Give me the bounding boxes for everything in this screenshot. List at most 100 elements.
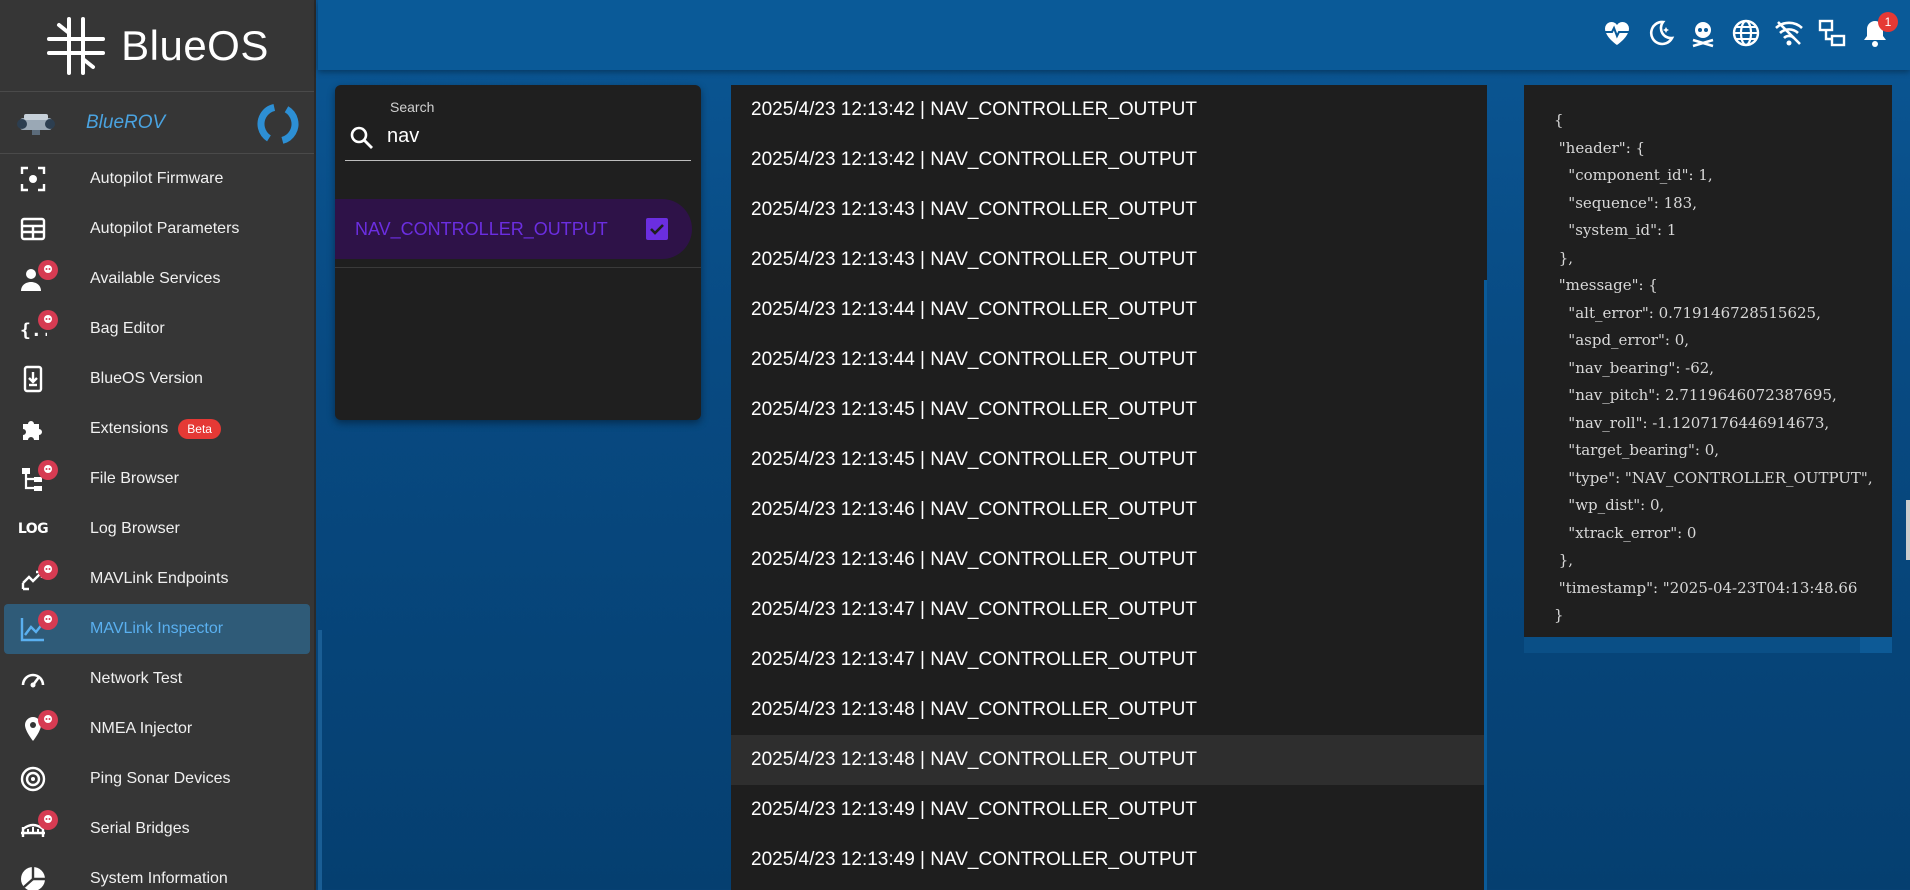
message-row[interactable]: 2025/4/23 12:13:49 | NAV_CONTROLLER_OUTP…: [731, 835, 1487, 885]
sidebar-item-label: Ping Sonar Devices: [90, 770, 231, 787]
notification-badge: 1: [1878, 12, 1898, 32]
json-line: }: [1554, 606, 1564, 624]
pirate-badge-icon: [38, 460, 58, 480]
search-label: Search: [390, 99, 435, 115]
pirate-badge-icon: [38, 310, 58, 330]
message-detail-panel: { "header": { "component_id": 1, "sequen…: [1524, 85, 1892, 653]
json-line: "xtrack_error": 0: [1554, 523, 1697, 542]
page-scrollbar[interactable]: [1906, 500, 1910, 560]
message-list-scrollbar[interactable]: [1484, 280, 1487, 890]
message-row[interactable]: 2025/4/23 12:13:42 | NAV_CONTROLLER_OUTP…: [731, 85, 1487, 135]
message-row[interactable]: 2025/4/23 12:13:47 | NAV_CONTROLLER_OUTP…: [731, 635, 1487, 685]
bell-icon[interactable]: 1: [1860, 12, 1898, 48]
connection-spinner-icon: [257, 103, 299, 145]
message-rows: 2025/4/23 12:13:42 | NAV_CONTROLLER_OUTP…: [731, 85, 1487, 885]
log-icon: LOG: [18, 514, 49, 544]
vehicle-name: BlueROV: [86, 111, 166, 133]
extensions-label-wrap: Extensions Beta: [90, 419, 221, 439]
message-row[interactable]: 2025/4/23 12:13:42 | NAV_CONTROLLER_OUTP…: [731, 135, 1487, 185]
sidebar-item-file-browser[interactable]: File Browser: [4, 454, 310, 504]
sidebar-item-label: Serial Bridges: [90, 820, 190, 837]
search-icon: [350, 126, 373, 149]
json-line: "system_id": 1: [1554, 221, 1677, 239]
message-row[interactable]: 2025/4/23 12:13:46 | NAV_CONTROLLER_OUTP…: [731, 535, 1487, 585]
globe-icon[interactable]: [1731, 18, 1761, 48]
rov-icon: [17, 113, 55, 135]
message-row[interactable]: 2025/4/23 12:13:48 | NAV_CONTROLLER_OUTP…: [731, 735, 1487, 785]
message-row[interactable]: 2025/4/23 12:13:44 | NAV_CONTROLLER_OUTP…: [731, 285, 1487, 335]
brand-name: BlueOS: [121, 21, 269, 69]
vehicle-header[interactable]: BlueROV: [0, 92, 314, 154]
message-search-panel: Search NAV_CONTROLLER_OUTPUT: [335, 85, 701, 420]
sidebar-item-serial-bridges[interactable]: Serial Bridges: [4, 804, 310, 854]
sidebar-item-label: NMEA Injector: [90, 720, 193, 737]
beta-badge: Beta: [178, 419, 221, 439]
json-line: "aspd_error": 0,: [1554, 331, 1689, 349]
sidebar-item-extensions[interactable]: Extensions Beta: [4, 404, 310, 454]
json-line: "alt_error": 0.719146728515625,: [1554, 303, 1821, 322]
message-json: { "header": { "component_id": 1, "sequen…: [1554, 107, 1873, 630]
sidebar-scrollbar[interactable]: [318, 630, 322, 890]
sidebar-item-blueos-version[interactable]: BlueOS Version: [4, 354, 310, 404]
pie-chart-icon: [18, 864, 48, 890]
speedometer-icon: [18, 664, 48, 694]
table-icon: [18, 214, 48, 244]
divider: [335, 267, 701, 268]
sidebar-item-ping-sonar-devices[interactable]: Ping Sonar Devices: [4, 754, 310, 804]
sidebar-item-label: BlueOS Version: [90, 370, 203, 387]
heart-pulse-icon[interactable]: [1602, 18, 1632, 48]
horizontal-scrollbar[interactable]: [1524, 637, 1892, 653]
sonar-icon: [18, 764, 48, 794]
sidebar-item-autopilot-firmware[interactable]: Autopilot Firmware: [4, 154, 310, 204]
network-icon[interactable]: [1817, 18, 1847, 48]
json-line: "message": {: [1554, 276, 1658, 294]
sidebar-item-label: Extensions: [90, 420, 169, 437]
sidebar-item-label: Log Browser: [90, 520, 180, 537]
json-line: "nav_bearing": -62,: [1554, 358, 1715, 377]
json-line: "component_id": 1,: [1554, 166, 1713, 184]
pirate-badge-icon: [38, 560, 58, 580]
message-row[interactable]: 2025/4/23 12:13:46 | NAV_CONTROLLER_OUTP…: [731, 485, 1487, 535]
pirate-badge-icon: [38, 710, 58, 730]
json-line: "target_bearing": 0,: [1554, 441, 1720, 459]
json-line: {: [1554, 111, 1564, 129]
brand-header[interactable]: BlueOS: [0, 0, 314, 92]
sidebar-item-available-services[interactable]: Available Services: [4, 254, 310, 304]
sidebar-item-mavlink-inspector[interactable]: MAVLink Inspector: [4, 604, 310, 654]
message-list: 2025/4/23 12:13:42 | NAV_CONTROLLER_OUTP…: [731, 85, 1487, 890]
sidebar-item-system-information[interactable]: System Information: [4, 854, 310, 890]
sidebar-item-autopilot-parameters[interactable]: Autopilot Parameters: [4, 204, 310, 254]
message-row[interactable]: 2025/4/23 12:13:47 | NAV_CONTROLLER_OUTP…: [731, 585, 1487, 635]
horizontal-scrollbar-thumb[interactable]: [1524, 637, 1860, 653]
pirate-mode-icon[interactable]: [1688, 18, 1718, 48]
sidebar-item-log-browser[interactable]: LOG Log Browser: [4, 504, 310, 554]
sidebar-nav: Autopilot Firmware Autopilot Parameters …: [0, 154, 314, 890]
message-row[interactable]: 2025/4/23 12:13:45 | NAV_CONTROLLER_OUTP…: [731, 435, 1487, 485]
sidebar-item-mavlink-endpoints[interactable]: MAVLink Endpoints: [4, 554, 310, 604]
sidebar-item-nmea-injector[interactable]: NMEA Injector: [4, 704, 310, 754]
checkbox-checked-icon[interactable]: [646, 218, 668, 240]
sidebar-item-label: System Information: [90, 870, 228, 887]
message-type-label: NAV_CONTROLLER_OUTPUT: [355, 218, 608, 239]
json-line: "nav_roll": -1.1207176446914673,: [1554, 413, 1830, 432]
message-row[interactable]: 2025/4/23 12:13:49 | NAV_CONTROLLER_OUTP…: [731, 785, 1487, 835]
message-row[interactable]: 2025/4/23 12:13:43 | NAV_CONTROLLER_OUTP…: [731, 235, 1487, 285]
sidebar-item-bag-editor[interactable]: {..} Bag Editor: [4, 304, 310, 354]
search-field[interactable]: Search: [345, 97, 691, 161]
message-row[interactable]: 2025/4/23 12:13:43 | NAV_CONTROLLER_OUTP…: [731, 185, 1487, 235]
night-mode-icon[interactable]: [1645, 18, 1675, 48]
sidebar-item-label: Autopilot Parameters: [90, 220, 240, 237]
json-line: "sequence": 183,: [1554, 193, 1697, 212]
pirate-badge-icon: [38, 260, 58, 280]
top-icons: 1: [1602, 12, 1898, 48]
search-input[interactable]: [387, 121, 677, 151]
message-row[interactable]: 2025/4/23 12:13:44 | NAV_CONTROLLER_OUTP…: [731, 335, 1487, 385]
sidebar-item-network-test[interactable]: Network Test: [4, 654, 310, 704]
json-line: "nav_pitch": 2.7119646072387695,: [1554, 386, 1837, 404]
message-row[interactable]: 2025/4/23 12:13:48 | NAV_CONTROLLER_OUTP…: [731, 685, 1487, 735]
message-row[interactable]: 2025/4/23 12:13:45 | NAV_CONTROLLER_OUTP…: [731, 385, 1487, 435]
sidebar-item-label: MAVLink Endpoints: [90, 570, 229, 587]
message-type-item[interactable]: NAV_CONTROLLER_OUTPUT: [335, 199, 692, 259]
wifi-off-icon[interactable]: [1774, 18, 1804, 48]
sidebar: BlueOS BlueROV Autopilot Firmware Autopi…: [0, 0, 322, 890]
